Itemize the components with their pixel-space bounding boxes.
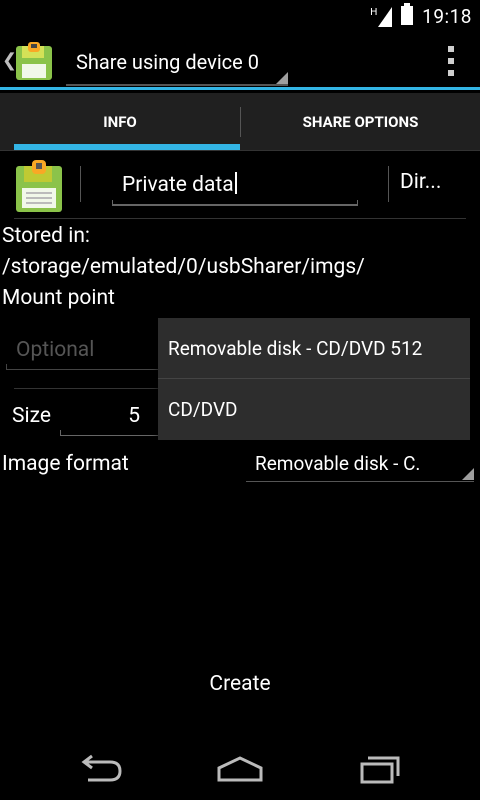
clock: 19:18 <box>422 4 472 28</box>
status-bar: H 19:18 <box>0 0 480 32</box>
image-format-spinner[interactable]: Removable disk - C. <box>246 446 474 482</box>
separator <box>14 218 466 219</box>
input-corner <box>6 364 7 370</box>
name-input-value: Private data <box>122 173 234 197</box>
stored-in-path: /storage/emulated/0/usbSharer/imgs/ <box>2 255 365 279</box>
stored-in-label: Stored in: <box>2 224 91 248</box>
dropdown-option-cd-dvd[interactable]: CD/DVD <box>158 379 470 439</box>
input-corner <box>112 200 113 206</box>
device-spinner-label: Share using device 0 <box>76 50 259 74</box>
text-cursor <box>234 172 237 194</box>
tab-bar: INFO SHARE OPTIONS <box>0 93 480 151</box>
size-label: Size <box>12 404 51 428</box>
overflow-menu-icon[interactable] <box>448 46 454 76</box>
input-corner <box>60 430 61 436</box>
recents-icon[interactable] <box>356 752 406 784</box>
device-spinner[interactable]: Share using device 0 <box>66 38 288 86</box>
drive-icon[interactable] <box>14 160 64 214</box>
input-underline <box>6 369 166 370</box>
spinner-arrow-icon <box>276 72 288 84</box>
input-underline <box>112 204 358 206</box>
name-input[interactable]: Private data <box>112 162 358 206</box>
dropdown-option-removable-disk[interactable]: Removable disk - CD/DVD 512 <box>158 318 470 378</box>
name-row: Private data Dir... <box>0 152 480 218</box>
signal-icon: H <box>370 5 393 27</box>
separator <box>14 388 164 389</box>
app-icon[interactable] <box>14 42 54 82</box>
home-icon[interactable] <box>215 752 265 784</box>
mount-point-input[interactable]: Optional <box>6 326 166 370</box>
size-input[interactable]: 5 <box>60 394 160 436</box>
mount-point-label: Mount point <box>2 286 115 310</box>
input-corner <box>357 200 358 206</box>
action-bar: ❮ Share using device 0 <box>0 32 480 90</box>
spinner-underline <box>66 84 288 86</box>
tab-share-options[interactable]: SHARE OPTIONS <box>241 93 480 151</box>
image-format-label: Image format <box>2 452 129 476</box>
signal-type-label: H <box>370 7 378 18</box>
spinner-underline <box>246 481 474 482</box>
divider <box>80 166 81 202</box>
back-icon[interactable] <box>76 752 126 784</box>
tab-selected-indicator <box>14 144 240 150</box>
spinner-arrow-icon <box>462 468 474 480</box>
format-dropdown: Removable disk - CD/DVD 512 CD/DVD <box>158 318 470 440</box>
mount-point-placeholder: Optional <box>16 338 95 362</box>
tab-info[interactable]: INFO <box>0 93 240 151</box>
size-input-value: 5 <box>128 404 140 428</box>
divider <box>388 166 389 202</box>
dir-button[interactable]: Dir... <box>400 170 441 194</box>
battery-icon <box>400 3 414 29</box>
input-underline <box>60 435 160 436</box>
image-format-value: Removable disk - C. <box>255 452 421 475</box>
navigation-bar <box>0 736 480 800</box>
create-button[interactable]: Create <box>0 660 480 708</box>
